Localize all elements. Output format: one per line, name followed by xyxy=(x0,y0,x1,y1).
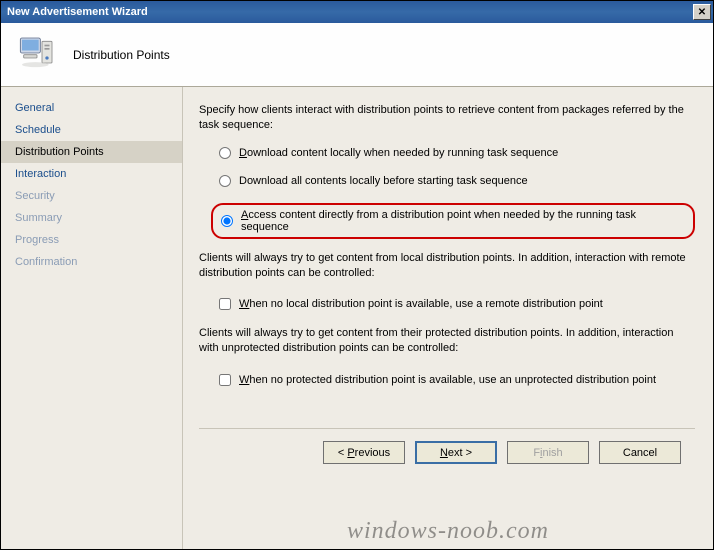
radio-option-download-when-needed[interactable]: Download content locally when needed by … xyxy=(219,147,695,159)
titlebar: New Advertisement Wizard ✕ xyxy=(1,1,713,23)
radio-option-download-before-start[interactable]: Download all contents locally before sta… xyxy=(219,175,695,187)
close-button[interactable]: ✕ xyxy=(693,4,711,20)
sidebar-item-general[interactable]: General xyxy=(1,97,182,119)
paragraph-protected-dp: Clients will always try to get content f… xyxy=(199,326,695,356)
close-icon: ✕ xyxy=(698,7,706,18)
computer-icon xyxy=(17,33,57,76)
radio-option-access-directly[interactable]: Access content directly from a distribut… xyxy=(211,203,695,239)
intro-text: Specify how clients interact with distri… xyxy=(199,103,695,133)
checkbox-use-unprotected-dp[interactable]: When no protected distribution point is … xyxy=(219,374,695,386)
radio-input-2[interactable] xyxy=(219,175,231,187)
checkbox-input-unprotected[interactable] xyxy=(219,374,231,386)
next-button[interactable]: Next > xyxy=(415,441,497,464)
sidebar: General Schedule Distribution Points Int… xyxy=(1,87,183,549)
radio-label-1[interactable]: Download content locally when needed by … xyxy=(239,147,558,159)
radio-input-3[interactable] xyxy=(221,215,233,227)
finish-button: Finish xyxy=(507,441,589,464)
paragraph-remote-dp: Clients will always try to get content f… xyxy=(199,251,695,281)
page-title: Distribution Points xyxy=(73,48,170,62)
sidebar-item-security[interactable]: Security xyxy=(1,185,182,207)
radio-input-1[interactable] xyxy=(219,147,231,159)
sidebar-item-interaction[interactable]: Interaction xyxy=(1,163,182,185)
wizard-window: New Advertisement Wizard ✕ Distribution … xyxy=(0,0,714,550)
content-panel: Specify how clients interact with distri… xyxy=(183,87,713,549)
checkbox-label-remote[interactable]: When no local distribution point is avai… xyxy=(239,298,603,310)
cancel-button[interactable]: Cancel xyxy=(599,441,681,464)
sidebar-item-distribution-points[interactable]: Distribution Points xyxy=(1,141,182,163)
body: General Schedule Distribution Points Int… xyxy=(1,87,713,549)
header: Distribution Points xyxy=(1,23,713,87)
watermark: windows-noob.com xyxy=(347,518,549,545)
radio-label-3[interactable]: Access content directly from a distribut… xyxy=(241,209,683,233)
sidebar-item-progress[interactable]: Progress xyxy=(1,229,182,251)
window-title: New Advertisement Wizard xyxy=(7,6,148,18)
previous-button[interactable]: < Previous xyxy=(323,441,405,464)
radio-label-2[interactable]: Download all contents locally before sta… xyxy=(239,175,528,187)
checkbox-input-remote[interactable] xyxy=(219,298,231,310)
sidebar-item-confirmation[interactable]: Confirmation xyxy=(1,251,182,273)
sidebar-item-summary[interactable]: Summary xyxy=(1,207,182,229)
button-row: < Previous Next > Finish Cancel xyxy=(199,429,695,464)
checkbox-label-unprotected[interactable]: When no protected distribution point is … xyxy=(239,374,656,386)
checkbox-use-remote-dp[interactable]: When no local distribution point is avai… xyxy=(219,298,695,310)
sidebar-item-schedule[interactable]: Schedule xyxy=(1,119,182,141)
